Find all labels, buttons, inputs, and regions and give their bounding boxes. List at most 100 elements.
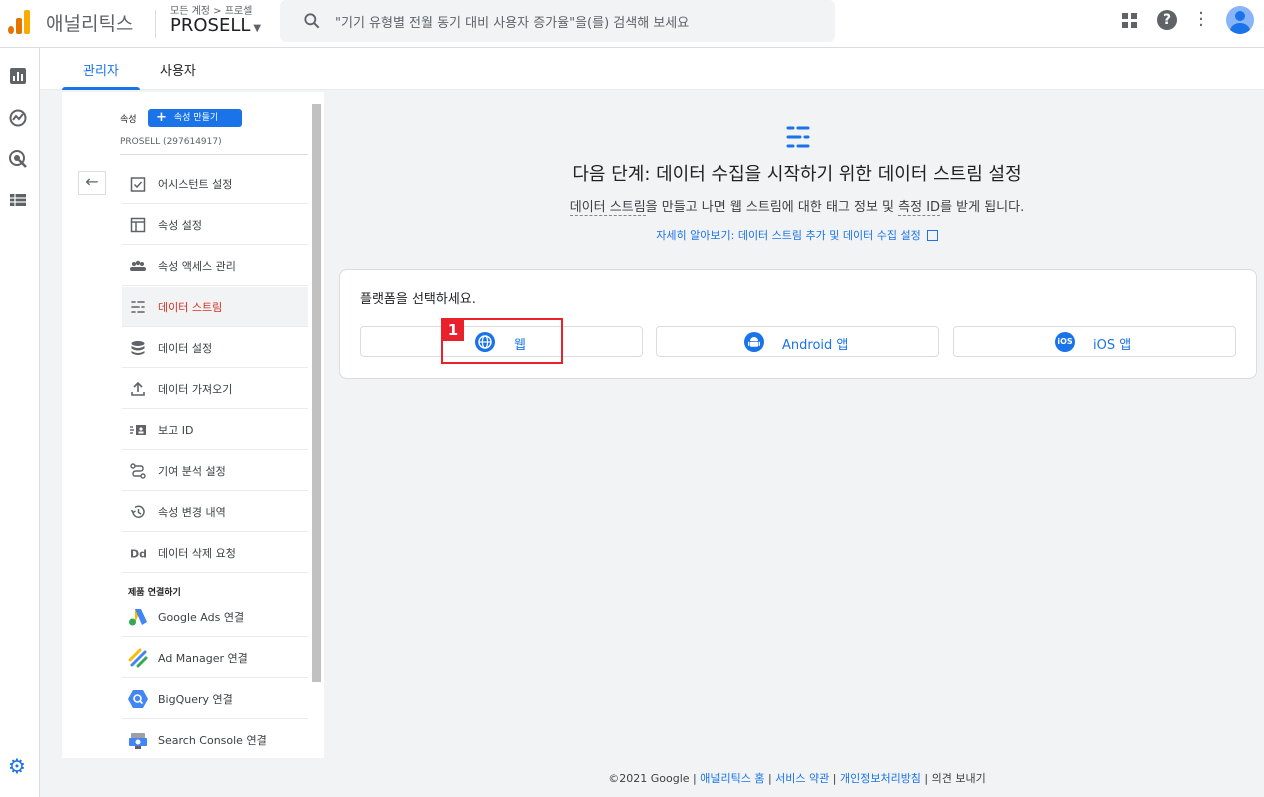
divider bbox=[120, 154, 308, 155]
glossary-data-stream[interactable]: 데이터 스트림 bbox=[569, 200, 646, 216]
search-console-icon bbox=[129, 733, 147, 749]
caret-down-icon: ▼ bbox=[253, 23, 262, 34]
menu-label: 데이터 스트림 bbox=[158, 301, 223, 314]
menu-label: BigQuery 연결 bbox=[158, 693, 233, 706]
subtitle-text: 을 만들고 나면 웹 스트림에 대한 태그 정보 및 bbox=[645, 200, 899, 215]
ios-icon: iOS bbox=[1055, 332, 1075, 352]
external-link-icon bbox=[926, 230, 938, 241]
menu-label: Search Console 연결 bbox=[158, 734, 267, 747]
analytics-logo-icon[interactable] bbox=[8, 8, 32, 34]
menu-item-data-deletion[interactable]: Dd 데이터 삭제 요청 bbox=[122, 533, 308, 573]
database-icon bbox=[131, 341, 145, 355]
menu-item-assistant[interactable]: 어시스턴트 설정 bbox=[122, 164, 308, 204]
footer-copyright: ©2021 Google | bbox=[608, 772, 701, 785]
link-search-console[interactable]: Search Console 연결 bbox=[122, 720, 308, 760]
subtitle-text-end: 를 받게 됩니다. bbox=[940, 200, 1025, 215]
menu-item-change-history[interactable]: 속성 변경 내역 bbox=[122, 492, 308, 532]
menu-item-access[interactable]: 속성 액세스 관리 bbox=[122, 246, 308, 286]
google-ads-icon bbox=[129, 609, 147, 626]
footer: ©2021 Google | 애널리틱스 홈 | 서비스 약관 | 개인정보처리… bbox=[608, 772, 986, 785]
ad-manager-icon bbox=[128, 648, 148, 668]
admin-tabs: 관리자 사용자 bbox=[40, 48, 1264, 90]
people-icon bbox=[130, 260, 146, 271]
menu-item-data-streams[interactable]: 데이터 스트림 bbox=[122, 287, 308, 327]
learn-more-link[interactable]: 자세히 알아보기: 데이터 스트림 추가 및 데이터 수집 설정 bbox=[324, 227, 1264, 243]
property-label: 속성 bbox=[120, 115, 137, 125]
attribution-icon bbox=[130, 463, 146, 479]
search-bar[interactable]: "기기 유형별 전월 동기 대비 사용자 증가율"을(를) 검색해 보세요 bbox=[280, 0, 835, 42]
plus-icon: + bbox=[156, 110, 167, 125]
step-badge: 1 bbox=[442, 319, 464, 341]
android-label: Android 앱 bbox=[782, 338, 849, 353]
menu-item-data-import[interactable]: 데이터 가져오기 bbox=[122, 369, 308, 409]
menu-label: Ad Manager 연결 bbox=[158, 652, 248, 665]
menu-item-attribution[interactable]: 기여 분석 설정 bbox=[122, 451, 308, 491]
streams-icon bbox=[131, 301, 145, 313]
admin-gear-icon[interactable]: ⚙ bbox=[6, 755, 28, 777]
android-platform-button[interactable]: Android 앱 bbox=[656, 326, 939, 357]
top-bar: 애널리틱스 모든 계정 > 프로셀 PROSELL ▼ "기기 유형별 전월 동기… bbox=[0, 0, 1264, 48]
link-ad-manager[interactable]: Ad Manager 연결 bbox=[122, 638, 308, 678]
android-icon bbox=[744, 332, 764, 352]
delete-request-icon: Dd bbox=[130, 548, 146, 561]
tab-admin[interactable]: 관리자 bbox=[83, 60, 119, 79]
account-name: PROSELL bbox=[170, 15, 251, 36]
menu-label: 속성 액세스 관리 bbox=[158, 260, 236, 273]
footer-privacy-link[interactable]: 개인정보처리방침 bbox=[840, 772, 921, 785]
search-icon bbox=[304, 13, 320, 29]
menu-label: 데이터 가져오기 bbox=[158, 383, 233, 396]
footer-feedback-link[interactable]: 의견 보내기 bbox=[932, 772, 986, 785]
app-name[interactable]: 애널리틱스 bbox=[46, 9, 133, 36]
card-title: 플랫폼을 선택하세요. bbox=[360, 292, 476, 307]
svg-text:Dd: Dd bbox=[130, 548, 146, 561]
report-id-icon bbox=[130, 425, 146, 435]
left-nav-rail: ⚙ bbox=[0, 48, 40, 797]
create-property-label: 속성 만들기 bbox=[173, 113, 219, 123]
explore-icon[interactable] bbox=[8, 108, 28, 128]
menu-label: 속성 설정 bbox=[158, 219, 202, 232]
link-bigquery[interactable]: BigQuery 연결 bbox=[122, 679, 308, 719]
bigquery-icon bbox=[128, 690, 148, 708]
back-arrow-button[interactable]: ← bbox=[78, 171, 106, 195]
avatar[interactable] bbox=[1226, 6, 1254, 34]
configure-icon[interactable] bbox=[8, 190, 28, 210]
property-id[interactable]: PROSELL (297614917) bbox=[120, 137, 222, 147]
apps-grid-icon[interactable] bbox=[1122, 13, 1138, 29]
create-property-button[interactable]: + 속성 만들기 bbox=[148, 109, 242, 127]
menu-label: Google Ads 연결 bbox=[158, 611, 245, 624]
reports-icon[interactable] bbox=[8, 66, 28, 86]
page-title: 다음 단계: 데이터 수집을 시작하기 위한 데이터 스트림 설정 bbox=[572, 164, 1022, 185]
ios-platform-button[interactable]: iOS iOS 앱 bbox=[953, 326, 1236, 357]
upload-icon bbox=[131, 381, 145, 396]
menu-label: 어시스턴트 설정 bbox=[158, 178, 233, 191]
footer-home-link[interactable]: 애널리틱스 홈 bbox=[700, 772, 764, 785]
scrollbar[interactable] bbox=[312, 104, 321, 682]
data-streams-icon bbox=[786, 126, 810, 148]
learn-more-label: 자세히 알아보기: 데이터 스트림 추가 및 데이터 수집 설정 bbox=[656, 229, 921, 242]
menu-item-data-settings[interactable]: 데이터 설정 bbox=[122, 328, 308, 368]
menu-label: 데이터 삭제 요청 bbox=[158, 547, 236, 560]
account-selector[interactable]: PROSELL ▼ bbox=[170, 15, 261, 36]
checklist-icon bbox=[130, 177, 146, 192]
ios-label: iOS 앱 bbox=[1093, 338, 1132, 353]
menu-label: 보고 ID bbox=[158, 424, 194, 437]
link-google-ads[interactable]: Google Ads 연결 bbox=[122, 597, 308, 637]
menu-item-property-settings[interactable]: 속성 설정 bbox=[122, 205, 308, 245]
history-icon bbox=[130, 505, 145, 518]
search-placeholder: "기기 유형별 전월 동기 대비 사용자 증가율"을(를) 검색해 보세요 bbox=[335, 16, 690, 31]
footer-terms-link[interactable]: 서비스 약관 bbox=[775, 772, 829, 785]
page-subtitle: 데이터 스트림을 만들고 나면 웹 스트림에 대한 태그 정보 및 측정 ID를… bbox=[324, 196, 1264, 216]
glossary-measurement-id[interactable]: 측정 ID bbox=[898, 200, 941, 216]
divider bbox=[155, 10, 156, 38]
advertising-icon[interactable] bbox=[8, 149, 28, 169]
property-panel: 속성 + 속성 만들기 PROSELL (297614917) ← 어시스턴트 설… bbox=[62, 92, 324, 758]
menu-label: 기여 분석 설정 bbox=[158, 465, 226, 478]
more-vert-icon[interactable]: · · · bbox=[1196, 5, 1206, 35]
tab-user[interactable]: 사용자 bbox=[160, 60, 196, 79]
layout-icon bbox=[130, 217, 146, 233]
menu-item-reporting-id[interactable]: 보고 ID bbox=[122, 410, 308, 450]
menu-label: 속성 변경 내역 bbox=[158, 506, 226, 519]
help-icon[interactable]: ? bbox=[1157, 10, 1177, 30]
menu-label: 데이터 설정 bbox=[158, 342, 213, 355]
tab-indicator bbox=[62, 87, 140, 90]
